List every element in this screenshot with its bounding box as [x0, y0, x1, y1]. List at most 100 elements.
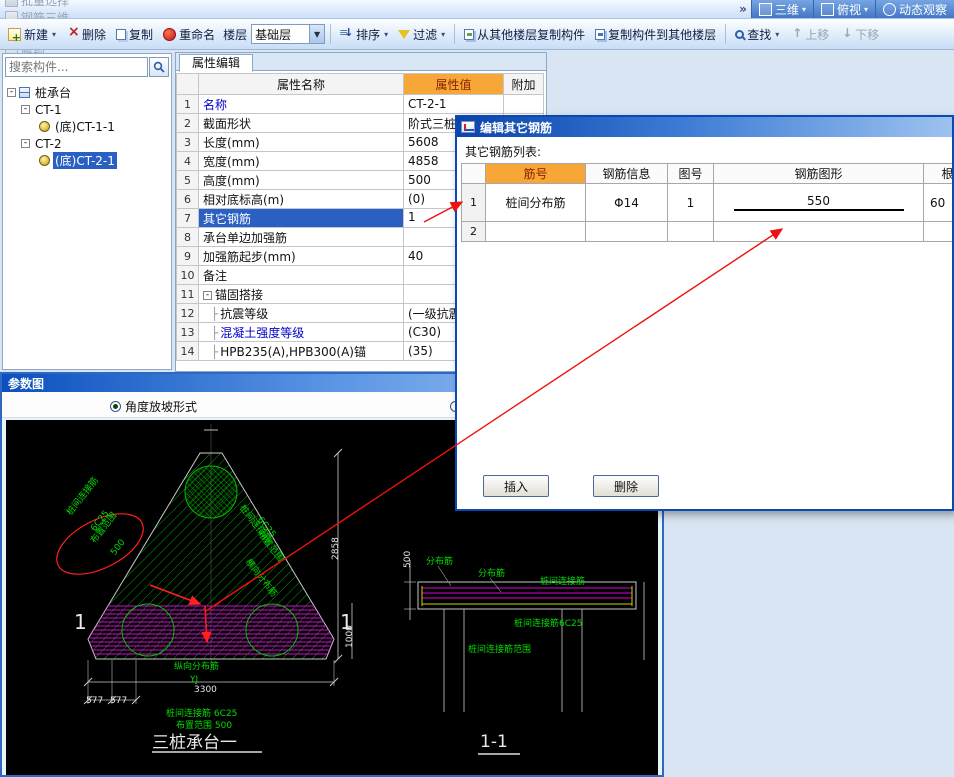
quantity-cell[interactable]: 60 [924, 184, 954, 222]
floor-label: 楼层 [221, 26, 249, 43]
property-extra-cell [504, 95, 544, 114]
floor-combo[interactable]: 基础层▼ [251, 24, 325, 44]
toolbar-button-label: 新建 [24, 26, 48, 43]
tree-root-item[interactable]: -桩承台 [3, 84, 171, 101]
toolbar-button-filter[interactable]: 过滤 ▾ [394, 24, 449, 45]
cad-text: 500 [110, 538, 128, 557]
chevron-down-icon: ▾ [52, 30, 56, 39]
rebar-shape-cell[interactable] [714, 222, 924, 242]
cad-text: 布置范围 500 [176, 722, 232, 731]
rebar-shape-cell[interactable]: 550 [714, 184, 924, 222]
search-button[interactable] [149, 57, 169, 77]
rebar-list-label: 其它钢筋列表: [465, 143, 541, 160]
property-value-cell[interactable]: CT-2-1 [404, 95, 504, 114]
toolbar: 新建 ▾ 删除 复制 重命名楼层基础层▼ 排序▾ 过滤 ▾ 从其他楼层复制构件复制构件到其他楼层… [0, 19, 954, 50]
radio-angle-slope-form[interactable]: 角度放坡形式 [110, 398, 197, 415]
row-number: 5 [177, 171, 199, 190]
cad-text: 1-1 [480, 734, 508, 751]
search-row [5, 57, 169, 77]
toolbar-separator [454, 24, 455, 44]
figure-number-cell[interactable] [668, 222, 714, 242]
toolbar-button-copy-from-floor[interactable]: 从其他楼层复制构件 [460, 24, 589, 45]
property-name: 相对底标高(m) [203, 193, 284, 207]
cad-text: 1 [340, 612, 353, 632]
menubar-item-label: 批量选择 [21, 0, 69, 9]
dialog-titlebar[interactable]: 编辑其它钢筋 [457, 117, 952, 137]
toolbar-button-down: 下移 [835, 24, 883, 45]
component-icon [39, 155, 50, 166]
rebar-row[interactable]: 1桩间分布筋Φ14155060 [462, 184, 954, 222]
cad-text: 纵向分布筋 [174, 663, 219, 672]
search-icon [153, 61, 165, 73]
chevron-down-icon: ▾ [802, 5, 806, 14]
figure-number-cell[interactable]: 1 [668, 184, 714, 222]
quantity-cell[interactable] [924, 222, 954, 242]
property-name: 锚固搭接 [215, 288, 263, 302]
rebar-info-cell[interactable] [586, 222, 668, 242]
property-value: (C30) [408, 325, 441, 339]
toolbar-button-find[interactable]: 查找▾ [731, 24, 783, 45]
rebar-name-cell[interactable]: 桩间分布筋 [486, 184, 586, 222]
sort-icon [340, 28, 353, 41]
rebar-shape-header: 钢筋图形 [714, 164, 924, 184]
delete-button[interactable]: 删除 [593, 475, 659, 497]
collapse-icon[interactable]: - [203, 291, 212, 300]
dialog-title: 编辑其它钢筋 [480, 119, 552, 136]
dialog-body: 其它钢筋列表: 筋号 钢筋信息 图号 钢筋图形 根数 1桩间分布筋Φ141550… [457, 137, 952, 509]
property-name-cell: 其它钢筋 [199, 209, 404, 228]
component-tree-panel: -桩承台-CT-1(底)CT-1-1-CT-2(底)CT-2-1 [2, 53, 172, 370]
rebar-name-cell[interactable] [486, 222, 586, 242]
find-icon [735, 30, 744, 39]
toolbar-button-copy-to-floor[interactable]: 复制构件到其他楼层 [591, 24, 720, 45]
tree-item[interactable]: (底)CT-2-1 [3, 152, 171, 169]
menubar-item-batch-select: 批量选择 [0, 0, 86, 9]
toolbar-button-label: 复制 [129, 26, 153, 43]
tab-property-edit[interactable]: 属性编辑 [179, 54, 253, 72]
toolbar-button-new[interactable]: 新建 ▾ [4, 24, 60, 45]
tree-item[interactable]: -CT-1 [3, 101, 171, 118]
cad-text: 桩间连接筋 [540, 578, 585, 587]
toolbar-button-rename[interactable]: 重命名 [159, 24, 219, 45]
toolbar-button-delete-x[interactable]: 删除 [62, 24, 110, 45]
collapse-icon[interactable]: - [7, 88, 16, 97]
down-icon [839, 28, 852, 41]
toolbar-overflow-chevron[interactable]: » [735, 2, 751, 16]
property-name-cell: 名称 [199, 95, 404, 114]
property-name-cell: ├HPB235(A),HPB300(A)锚 [199, 342, 404, 361]
chevron-down-icon: ▾ [441, 30, 445, 39]
property-value: 40 [408, 249, 423, 263]
rebar-row[interactable]: 2 [462, 222, 954, 242]
property-name: 长度(mm) [203, 136, 260, 150]
toolbar-button-sort[interactable]: 排序▾ [336, 24, 392, 45]
search-input[interactable] [5, 57, 148, 77]
property-row[interactable]: 1名称CT-2-1 [177, 95, 544, 114]
row-number: 10 [177, 266, 199, 285]
view-item-orbit[interactable]: 动态观察 [875, 0, 954, 18]
collapse-icon[interactable]: - [21, 105, 30, 114]
tree-connector: ├ [211, 307, 218, 321]
toolbar-button-label: 过滤 [413, 26, 437, 43]
tree-item[interactable]: (底)CT-1-1 [3, 118, 171, 135]
insert-button[interactable]: 插入 [483, 475, 549, 497]
property-value: (35) [408, 344, 433, 358]
property-name: 其它钢筋 [203, 212, 251, 226]
view-item-top-view[interactable]: 俯视▾ [813, 0, 875, 18]
row-number: 1 [462, 184, 486, 222]
cad-text: 1 [74, 612, 87, 632]
property-value: 500 [408, 173, 431, 187]
view-item-cube[interactable]: 三维▾ [751, 0, 813, 18]
chevron-down-icon: ▾ [384, 30, 388, 39]
cad-text: 577 [110, 697, 127, 706]
rebar-info-cell[interactable]: Φ14 [586, 184, 668, 222]
orbit-icon [883, 3, 896, 16]
property-value: (0) [408, 192, 425, 206]
toolbar-button-copy[interactable]: 复制 [112, 24, 157, 45]
row-number: 2 [462, 222, 486, 242]
copy-from-floor-icon [464, 29, 474, 40]
view-item-label: 俯视 [837, 1, 861, 18]
new-icon [8, 28, 21, 41]
property-name-cell: -锚固搭接 [199, 285, 404, 304]
collapse-icon[interactable]: - [21, 139, 30, 148]
tree-item[interactable]: -CT-2 [3, 135, 171, 152]
toolbar-button-label: 重命名 [179, 26, 215, 43]
